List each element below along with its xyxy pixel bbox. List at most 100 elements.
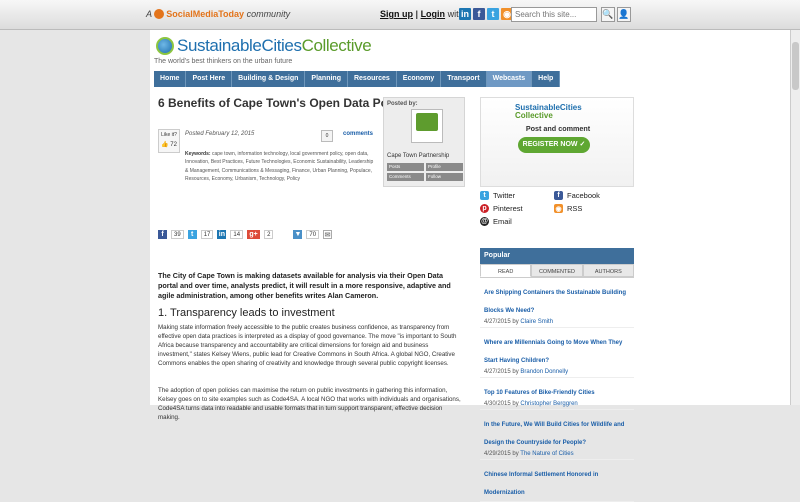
list-item: Chinese Informal Settlement Honored in M… [480, 460, 634, 502]
facebook-icon: f [554, 191, 563, 200]
signup-link[interactable]: Sign up [380, 9, 413, 19]
linkedin-count: 14 [230, 230, 244, 239]
follow-twitter[interactable]: t Twitter [480, 191, 515, 200]
rss-icon: ◉ [554, 204, 563, 213]
linkedin-share-icon[interactable]: in [217, 230, 227, 239]
twitter-icon[interactable]: t [487, 8, 499, 20]
search-input[interactable] [511, 7, 597, 22]
main-nav: Home Post Here Building & Design Plannin… [154, 71, 561, 87]
socialmediatoday-logo-icon [154, 9, 165, 19]
gplus-count: 2 [264, 230, 274, 239]
thumbs-up-icon: 👍 [161, 142, 169, 148]
nav-webcasts[interactable]: Webcasts [486, 71, 533, 87]
posts-button[interactable]: Posts [387, 163, 424, 171]
follow-email[interactable]: @ Email [480, 217, 512, 226]
scrollbar[interactable] [790, 30, 800, 405]
popular-item-link[interactable]: Chinese Informal Settlement Honored in M… [484, 472, 598, 496]
profile-button[interactable]: Profile [426, 163, 463, 171]
separator: | [415, 9, 419, 19]
like-box[interactable]: Like it? 👍 72 [158, 129, 180, 153]
social-login: in f t ◉ [459, 8, 513, 20]
search-icon: 🔍 [602, 9, 614, 19]
linkedin-icon[interactable]: in [459, 8, 471, 20]
section-heading: 1. Transparency leads to investment [158, 307, 335, 319]
logo-text: SustainableCitiesCollective [177, 36, 372, 55]
comments-link[interactable]: comments [343, 131, 373, 137]
author-comments-button[interactable]: Comments [387, 173, 424, 181]
nav-home[interactable]: Home [154, 71, 187, 87]
author-link[interactable]: Claire Smith [520, 319, 553, 325]
brand-suffix: community [246, 9, 291, 19]
other-count: 70 [306, 230, 320, 239]
popular-title: Popular [480, 248, 634, 264]
keywords-links[interactable]: cape town, information technology, local… [185, 151, 373, 182]
tab-authors[interactable]: AUTHORS [582, 264, 634, 277]
list-item: Are Shipping Containers the Sustainable … [480, 278, 634, 328]
follow-pinterest[interactable]: p Pinterest [480, 204, 523, 213]
comment-count: 0 [321, 130, 333, 142]
nav-building-design[interactable]: Building & Design [232, 71, 306, 87]
nav-post-here[interactable]: Post Here [186, 71, 233, 87]
checkmark-icon: ✓ [579, 141, 586, 148]
popular-widget: Popular READ COMMENTED AUTHORS Are Shipp… [480, 248, 634, 502]
ad-logo: SustainableCities Collective [515, 103, 582, 120]
popular-item-link[interactable]: Are Shipping Containers the Sustainable … [484, 290, 626, 314]
register-ad: SustainableCities Collective Post and com… [480, 97, 634, 187]
facebook-count: 39 [171, 230, 184, 239]
list-item: Top 10 Features of Bike-Friendly Cities 4… [480, 378, 634, 410]
nav-help[interactable]: Help [532, 71, 561, 87]
facebook-icon[interactable]: f [473, 8, 485, 20]
author-link[interactable]: Christopher Berggren [520, 401, 577, 407]
like-label: Like it? [161, 132, 177, 138]
author-link[interactable]: Brandon Donnelly [520, 369, 568, 375]
gplus-share-icon[interactable]: g+ [247, 230, 261, 239]
top-bar: A SocialMediaToday community Sign up | L… [0, 0, 800, 30]
popular-item-link[interactable]: Where are Millennials Going to Move When… [484, 340, 622, 364]
post-date: Posted February 12, 2015 [185, 131, 255, 137]
tab-read[interactable]: READ [480, 264, 532, 277]
pinterest-icon: p [480, 204, 489, 213]
register-now-button[interactable]: REGISTER NOW ✓ [518, 137, 590, 153]
site-logo[interactable]: SustainableCitiesCollective [156, 36, 372, 56]
nav-economy[interactable]: Economy [397, 71, 442, 87]
bookmark-share-icon[interactable]: ▼ [293, 230, 303, 239]
search-button[interactable]: 🔍 [601, 7, 615, 22]
article-lead: The City of Cape Town is making datasets… [158, 271, 451, 300]
auth-links: Sign up | Login with [380, 9, 464, 19]
email-icon: @ [480, 217, 489, 226]
nav-resources[interactable]: Resources [348, 71, 397, 87]
nav-planning[interactable]: Planning [305, 71, 348, 87]
tagline: The world's best thinkers on the urban f… [154, 58, 293, 65]
paragraph: The adoption of open policies can maximi… [158, 387, 461, 421]
twitter-icon: t [480, 191, 489, 200]
facebook-share-icon[interactable]: f [158, 230, 167, 239]
share-bar: f 39 t 17 in 14 g+ 2 ▼ 70 ✉ [158, 230, 333, 239]
paragraph: Making state information freely accessib… [158, 324, 457, 367]
list-item: Where are Millennials Going to Move When… [480, 328, 634, 378]
socialmediatoday-brand[interactable]: A SocialMediaToday community [146, 9, 290, 19]
follow-facebook[interactable]: f Facebook [554, 191, 600, 200]
author-link[interactable]: The Nature of Cities [520, 451, 573, 457]
like-count: 72 [170, 142, 177, 148]
popular-item-link[interactable]: In the Future, We Will Build Cities for … [484, 422, 624, 446]
user-button[interactable]: 👤 [617, 7, 631, 22]
popular-item-link[interactable]: Top 10 Features of Bike-Friendly Cities [484, 390, 595, 396]
follow-rss[interactable]: ◉ RSS [554, 204, 582, 213]
follow-button[interactable]: Follow [426, 173, 463, 181]
globe-icon [156, 37, 174, 55]
author-name[interactable]: Cape Town Partnership [387, 153, 449, 159]
popular-tabs: READ COMMENTED AUTHORS [480, 264, 634, 278]
brand-prefix: A [146, 9, 152, 19]
twitter-share-icon[interactable]: t [187, 230, 197, 239]
brand-name: SocialMediaToday [166, 9, 245, 19]
tab-commented[interactable]: COMMENTED [531, 264, 583, 277]
author-avatar[interactable] [411, 109, 443, 143]
scrollbar-thumb[interactable] [792, 42, 799, 90]
posted-by-box: Posted by: Cape Town Partnership Posts P… [383, 97, 465, 187]
page: SustainableCitiesCollective The world's … [150, 30, 798, 502]
twitter-count: 17 [200, 230, 214, 239]
login-link[interactable]: Login [421, 9, 446, 19]
nav-transport[interactable]: Transport [441, 71, 487, 87]
keywords: Keywords: cape town, information technol… [185, 151, 374, 182]
email-share-icon[interactable]: ✉ [323, 230, 333, 239]
